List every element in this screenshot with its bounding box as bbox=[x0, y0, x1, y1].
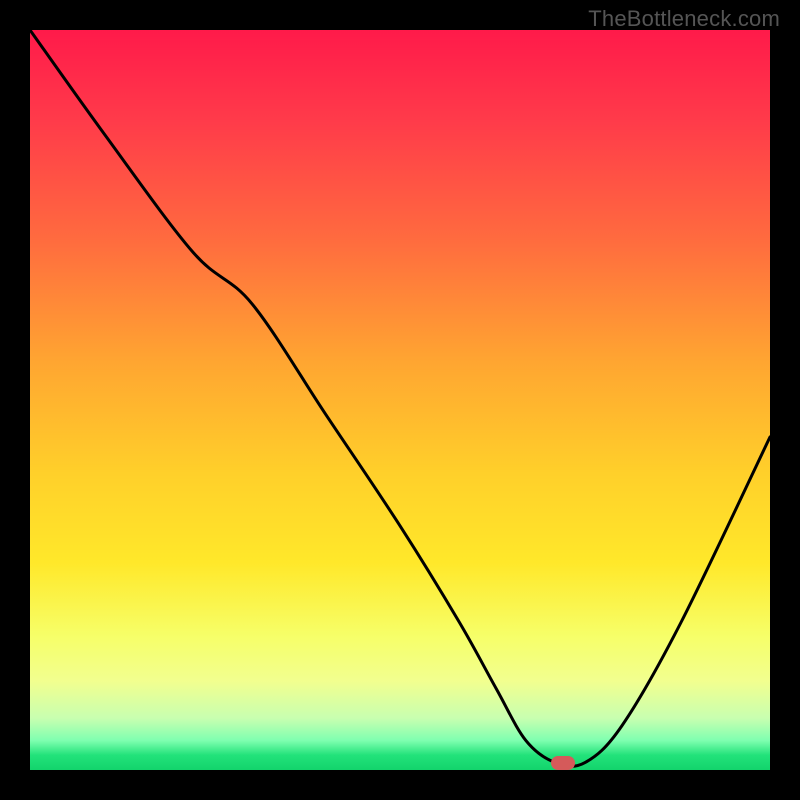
watermark-text: TheBottleneck.com bbox=[588, 6, 780, 32]
curve-svg bbox=[30, 30, 770, 770]
bottleneck-marker bbox=[551, 756, 575, 770]
chart-container: TheBottleneck.com bbox=[0, 0, 800, 800]
plot-area bbox=[30, 30, 770, 770]
bottleneck-curve-path bbox=[30, 30, 770, 766]
